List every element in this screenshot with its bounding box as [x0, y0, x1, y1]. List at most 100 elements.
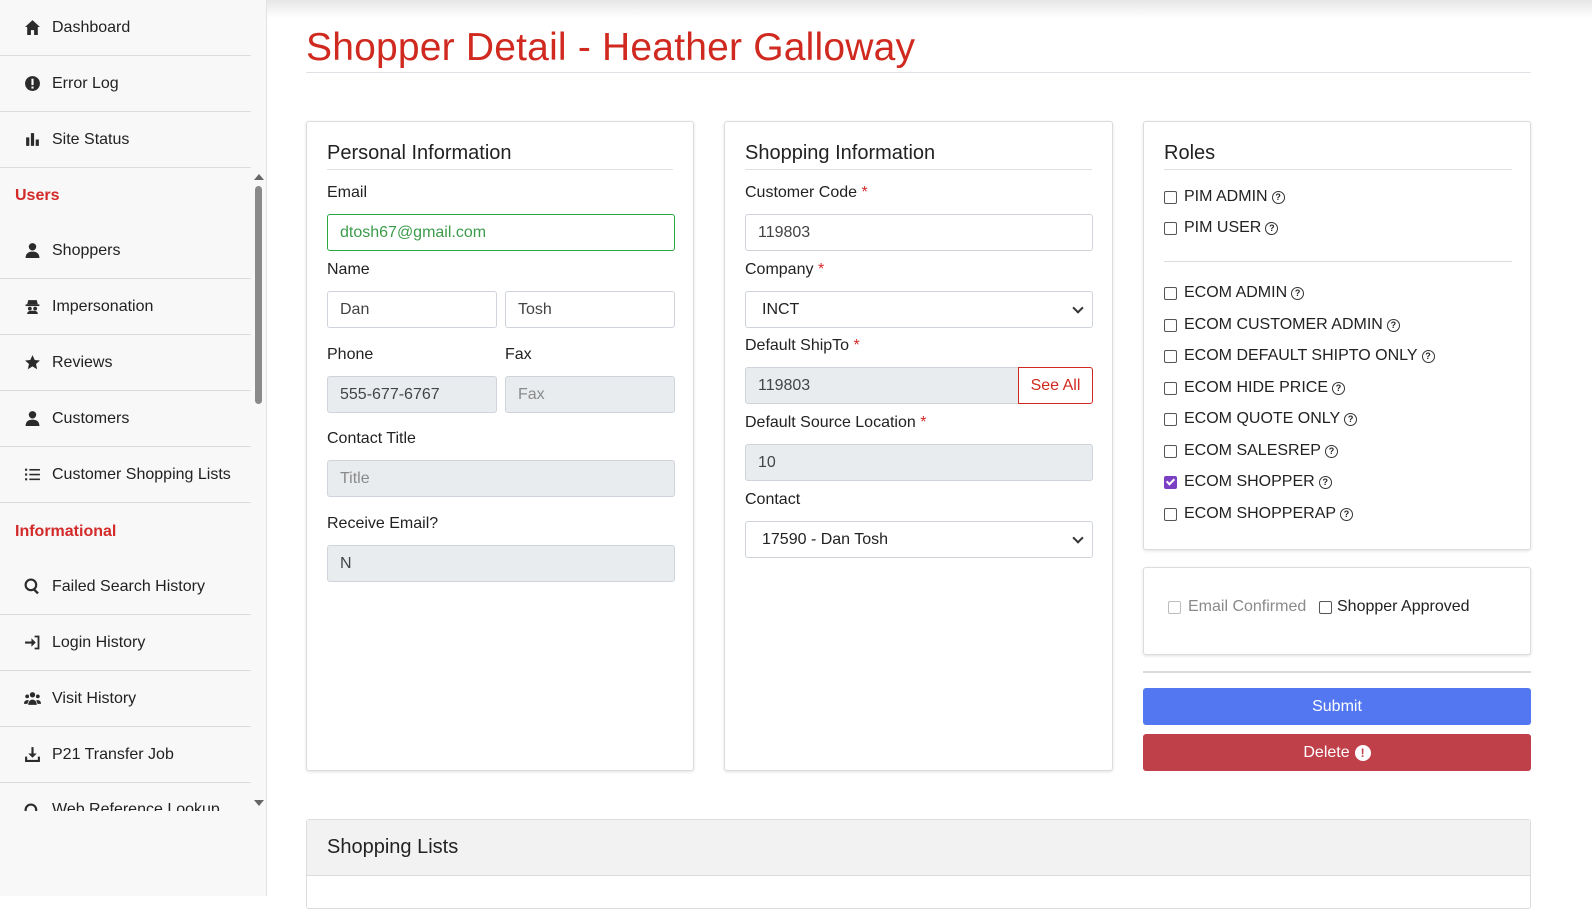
role-ecom-shopper[interactable]: ECOM SHOPPER ? [1164, 473, 1332, 491]
shopping-lists-title: Shopping Lists [327, 836, 459, 858]
sidebar-item-customer-shopping-lists[interactable]: Customer Shopping Lists [0, 447, 251, 503]
fax-field[interactable]: Fax [505, 376, 675, 413]
role-checkbox[interactable] [1164, 475, 1177, 489]
role-ecom-admin[interactable]: ECOM ADMIN ? [1164, 284, 1305, 302]
required-asterisk: * [817, 261, 825, 278]
question-circle-icon[interactable]: ? [1344, 412, 1358, 426]
sidebar-item-login-history[interactable]: Login History [0, 615, 251, 671]
role-checkbox[interactable] [1164, 381, 1177, 395]
question-circle-icon[interactable]: ? [1291, 286, 1305, 300]
sidebar-item-reviews[interactable]: Reviews [0, 335, 251, 391]
sign-in-icon [22, 633, 42, 653]
sidebar-item-dashboard[interactable]: Dashboard [0, 0, 251, 56]
question-circle-icon[interactable]: ? [1271, 190, 1285, 204]
question-circle-icon[interactable]: ? [1318, 475, 1332, 489]
role-label: ECOM SALESREP [1184, 442, 1321, 459]
sidebar-item-visit-history[interactable]: Visit History [0, 671, 251, 727]
chevron-down-icon [1072, 302, 1084, 314]
page-title: Shopper Detail - Heather Galloway [306, 26, 916, 69]
card-title: Shopping Information [745, 142, 936, 164]
sidebar-item-error-log[interactable]: Error Log [0, 56, 251, 112]
role-checkbox[interactable] [1164, 221, 1177, 235]
role-label: ECOM SHOPPERAP [1184, 505, 1337, 522]
role-pim-user[interactable]: PIM USER ? [1164, 219, 1279, 237]
role-ecom-shopperap[interactable]: ECOM SHOPPERAP ? [1164, 505, 1354, 523]
role-label: ECOM CUSTOMER ADMIN [1184, 316, 1383, 333]
fax-label: Fax [505, 346, 532, 363]
last-name-field[interactable]: Tosh [505, 291, 675, 328]
card-title: Roles [1164, 142, 1216, 164]
sidebar-item-label: Shoppers [52, 241, 121, 259]
role-ecom-salesrep[interactable]: ECOM SALESREP ? [1164, 442, 1338, 460]
delete-button[interactable]: Delete ! [1143, 734, 1531, 771]
sidebar-item-site-status[interactable]: Site Status [0, 112, 251, 168]
bar-chart-icon [22, 130, 42, 150]
sidebar-item-label: Site Status [52, 130, 130, 148]
sidebar-item-impersonation[interactable]: Impersonation [0, 279, 251, 335]
phone-field[interactable]: 555-677-6767 [327, 376, 497, 413]
user-icon [22, 241, 42, 261]
default-shipto-field[interactable]: 119803 [745, 367, 1019, 404]
question-circle-icon[interactable]: ? [1340, 507, 1354, 521]
role-ecom-quote-only[interactable]: ECOM QUOTE ONLY ? [1164, 410, 1358, 428]
sidebar-scrollbar[interactable] [252, 170, 266, 810]
contact-title-field[interactable]: Title [327, 460, 675, 497]
sidebar-item-failed-search-history[interactable]: Failed Search History [0, 559, 251, 615]
delete-button-label: Delete [1303, 743, 1350, 761]
role-ecom-default-shipto-only[interactable]: ECOM DEFAULT SHIPTO ONLY ? [1164, 347, 1435, 365]
role-label: ECOM SHOPPER [1184, 473, 1315, 490]
sidebar-item-label: Web Reference Lookup [52, 801, 220, 811]
scroll-up-arrow-icon[interactable] [254, 174, 264, 180]
role-ecom-hide-price[interactable]: ECOM HIDE PRICE ? [1164, 379, 1346, 397]
customer-code-field[interactable]: 119803 [745, 214, 1093, 251]
shopping-information-card: Shopping Information Customer Code * 119… [724, 121, 1113, 771]
role-checkbox[interactable] [1164, 507, 1177, 521]
sidebar-item-web-reference-lookup[interactable]: Web Reference Lookup [0, 783, 251, 811]
email-confirmed-option: Email Confirmed [1168, 598, 1306, 616]
role-checkbox[interactable] [1164, 286, 1177, 300]
search-icon [22, 577, 42, 597]
role-checkbox[interactable] [1164, 444, 1177, 458]
account-status-card: Email Confirmed Shopper Approved [1143, 567, 1531, 655]
sidebar-item-label: Dashboard [52, 18, 131, 36]
role-checkbox[interactable] [1164, 318, 1177, 332]
company-select[interactable]: INCT [745, 291, 1093, 328]
card-title: Personal Information [327, 142, 512, 164]
sidebar-item-label: Customer Shopping Lists [52, 465, 231, 483]
exclamation-circle-icon: ! [1354, 744, 1371, 761]
first-name-field[interactable]: Dan [327, 291, 497, 328]
role-checkbox[interactable] [1164, 349, 1177, 363]
contact-select-value: 17590 - Dan Tosh [762, 530, 889, 548]
role-ecom-customer-admin[interactable]: ECOM CUSTOMER ADMIN ? [1164, 316, 1400, 334]
question-circle-icon[interactable]: ? [1265, 221, 1279, 235]
phone-label: Phone [327, 346, 374, 363]
roles-card: Roles PIM ADMIN ? PIM USER ? ECOM ADMIN … [1143, 121, 1531, 550]
question-circle-icon[interactable]: ? [1324, 444, 1338, 458]
shopper-approved-option[interactable]: Shopper Approved [1319, 598, 1470, 616]
sidebar-item-p21-transfer-job[interactable]: P21 Transfer Job [0, 727, 251, 783]
contact-label: Contact [745, 491, 801, 508]
email-field[interactable]: dtosh67@gmail.com [327, 214, 675, 251]
sidebar-item-label: Reviews [52, 353, 113, 371]
role-checkbox[interactable] [1164, 190, 1177, 204]
scroll-down-arrow-icon[interactable] [254, 800, 264, 806]
shopper-approved-checkbox[interactable] [1319, 600, 1332, 614]
question-circle-icon[interactable]: ? [1421, 349, 1435, 363]
scrollbar-thumb[interactable] [255, 186, 262, 404]
sidebar-item-label: Error Log [52, 74, 119, 92]
contact-select[interactable]: 17590 - Dan Tosh [745, 521, 1093, 558]
question-circle-icon[interactable]: ? [1386, 318, 1400, 332]
question-circle-icon[interactable]: ? [1332, 381, 1346, 395]
chevron-down-icon [1072, 532, 1084, 544]
contact-title-label: Contact Title [327, 430, 416, 447]
role-label: ECOM HIDE PRICE [1184, 379, 1329, 396]
role-pim-admin[interactable]: PIM ADMIN ? [1164, 188, 1285, 206]
sidebar-item-shoppers[interactable]: Shoppers [0, 223, 251, 279]
see-all-button[interactable]: See All [1018, 367, 1093, 404]
alert-circle-icon [22, 74, 42, 94]
role-checkbox[interactable] [1164, 412, 1177, 426]
receive-email-field[interactable]: N [327, 545, 675, 582]
default-source-location-field[interactable]: 10 [745, 444, 1093, 481]
submit-button[interactable]: Submit [1143, 688, 1531, 725]
sidebar-item-customers[interactable]: Customers [0, 391, 251, 447]
